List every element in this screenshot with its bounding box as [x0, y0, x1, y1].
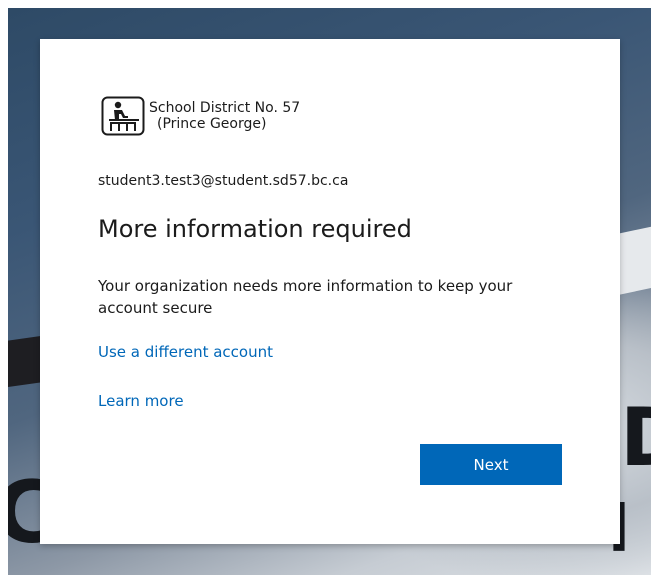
learn-more-link[interactable]: Learn more — [98, 392, 184, 410]
school-desk-icon — [101, 96, 145, 136]
page-title: More information required — [98, 215, 412, 243]
screen: D l C School District No. 57 (Prince Geo… — [0, 0, 651, 575]
organization-name-line2: (Prince George) — [157, 116, 267, 132]
organization-logo: School District No. 57 (Prince George) — [101, 96, 300, 136]
account-email: student3.test3@student.sd57.bc.ca — [98, 173, 349, 189]
next-button[interactable]: Next — [420, 444, 562, 485]
organization-name-line1: School District No. 57 — [149, 100, 301, 116]
use-different-account-link[interactable]: Use a different account — [98, 343, 273, 361]
description-text: Your organization needs more information… — [98, 277, 513, 317]
organization-name: School District No. 57 (Prince George) — [149, 100, 300, 132]
sign-in-card: School District No. 57 (Prince George) s… — [40, 39, 620, 544]
background-glyph: D — [620, 398, 651, 478]
